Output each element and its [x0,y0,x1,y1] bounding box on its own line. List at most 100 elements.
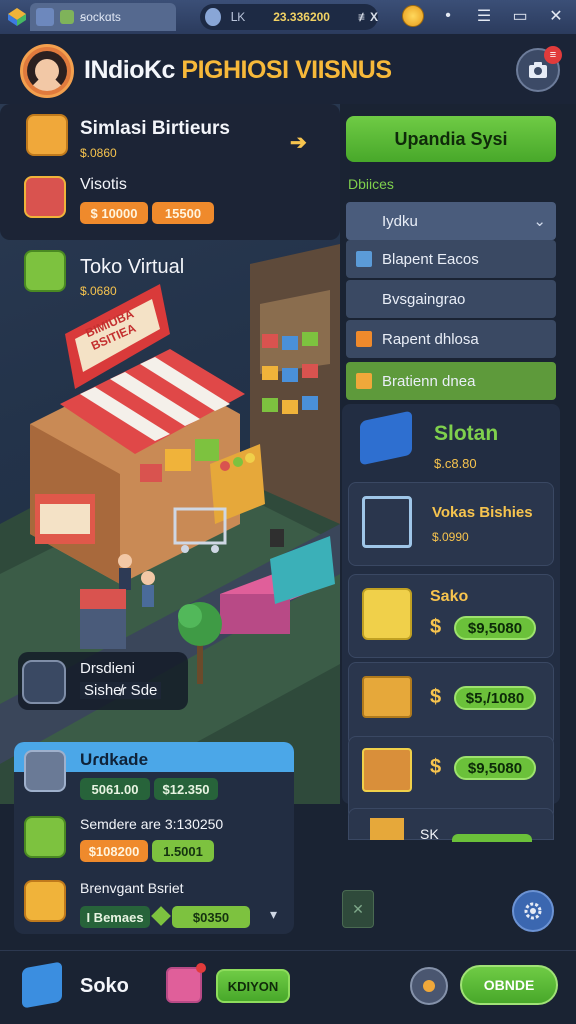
app-logo-icon [8,8,26,26]
shop-card-4-box-icon [362,748,412,792]
gear-icon [524,902,542,920]
row3-label: Brenvgant Bsriet [80,880,184,896]
tab-label: ꞩockɑts [80,10,121,24]
close-button[interactable]: ✕ [544,4,568,28]
sim-price: $.0860 [80,146,117,160]
tooltip-line2: Sishe̸ɾ Sde [80,682,162,699]
shop-card-4-price[interactable]: $9,5080 [454,756,536,780]
minimize-button[interactable]: ▭ [508,4,532,28]
store-title: Toko Virtual [80,256,185,278]
menu-item-4-icon [356,373,372,389]
arrow-right-icon[interactable]: ➔ [290,130,307,155]
shop-card-1-sub: $.0990 [432,530,469,544]
tab-screen-icon [36,8,54,26]
dot-icon[interactable]: • [436,4,460,28]
coin-icon[interactable] [402,5,424,27]
camera-settings-button[interactable]: ≡ [516,46,562,92]
menu-item-2[interactable]: Bvsgaingrao [346,280,556,318]
menu-item-1-label: Blapent Eacos [382,250,479,268]
row2-price-b[interactable]: 1.5001 [152,840,214,862]
row2-price-a[interactable]: $108200 [80,840,148,862]
row3-price-a[interactable]: I Bemaes [80,906,150,928]
menu-item-4[interactable]: Bratienn dnea [346,362,556,400]
shop-card-2-dollar-icon: $ [430,616,442,638]
cart-badge [196,963,206,973]
shop-card-5-box-icon [370,818,404,840]
counter-label: ᒪK [230,10,246,24]
featured-title: Slotan [434,422,499,445]
section-label: Dbiices [348,176,394,192]
shop-card-3-dollar-icon: $ [430,686,442,708]
upgrade-price-b[interactable]: $12.350 [154,778,218,800]
upgrade-primary-button[interactable]: Upandia Sysi [346,116,556,162]
tooltip-store-icon [22,660,66,704]
chevron-down-icon: ⌄ [533,213,546,230]
game-title: INdioKc PIGHIOSI VIISNUS [84,56,392,85]
window-titlebar: ꞩockɑts ᒪK 23.336200 ≢X • ☰ ▭ ✕ [0,0,576,34]
game-title-white: INdioKc [84,56,175,84]
shop-card-5-price-stub [452,834,532,842]
featured-price: $.c8.80 [434,456,477,471]
store-basket-icon [24,250,66,292]
shop-card-3-crate-icon [362,676,412,718]
toggle-grid-button[interactable]: ✕ [342,890,374,928]
shop-label[interactable]: Soko [80,975,129,998]
visits-label: Visotis [80,176,127,193]
notification-badge: ≡ [544,46,562,64]
shop-card-2-price[interactable]: $9,5080 [454,616,536,640]
menu-icon[interactable]: ☰ [472,4,496,28]
right-action-button[interactable]: OBNDE [460,965,558,1005]
dropdown[interactable]: Iydku ⌄ [346,202,556,240]
store-price: $.0680 [80,284,117,298]
visits-price-a[interactable]: $ 10000 [80,202,148,224]
robot-gear-button[interactable] [410,967,448,1005]
upgrade-title: Uɾdkade [80,750,149,769]
window-controls: • ☰ ▭ ✕ [402,4,568,28]
row3-collapse-icon[interactable]: ▾ [270,906,277,923]
action-button[interactable]: KDIYON [216,969,290,1003]
tab-app-icon [60,10,74,24]
window-tab[interactable]: ꞩockɑts [30,3,176,31]
row3-basket-icon [24,880,66,922]
menu-item-2-label: Bvsgaingrao [382,290,466,308]
menu-item-3-icon [356,331,372,347]
settings-gear-button[interactable] [512,890,554,932]
visits-cart-icon [24,176,66,218]
shop-card-3-price[interactable]: $5,/1080 [454,686,536,710]
row2-label: Semdere are 3:130250 [80,816,224,832]
shop-card-2-name: Sako [430,588,469,605]
store-scene[interactable]: Simlasi Birtieurs $.0860 ➔ Visotis $ 100… [0,104,340,804]
robot-icon [423,980,435,992]
game-title-gold: PIGHIOSI VIISNUS [181,56,392,84]
sim-title: Simlasi Birtieurs [80,118,230,139]
right-panel: Upandia Sysi Dbiices Iydku ⌄ Blapent Eac… [338,104,564,820]
shop-box-icon[interactable] [22,961,62,1009]
menu-item-3[interactable]: Rapent dhlosa [346,320,556,358]
shop-card-1-cart-icon [362,496,412,548]
shop-card-2-basket-icon [362,588,412,640]
counter-value: 23.336200 [273,10,330,24]
row2-produce-icon [24,816,66,858]
counter-close[interactable]: ≢X [358,10,378,24]
shop-card-1-name: Vokas Bishies [432,504,533,521]
shop-card-4-dollar-icon: $ [430,756,442,778]
cart-bag-icon[interactable] [166,967,202,1003]
dropdown-value: Iydku [382,212,418,230]
sim-box-icon [26,114,68,156]
menu-item-4-label: Bratienn dnea [382,372,476,390]
avatar-face-icon [27,51,67,91]
game-header: INdioKc PIGHIOSI VIISNUS ≡ [0,34,576,104]
menu-item-1-icon [356,251,372,267]
player-avatar[interactable] [20,44,74,98]
visits-price-b[interactable]: 15500 [152,202,214,224]
upgrade-price-a[interactable]: 5061.00 [80,778,150,800]
counter-pill[interactable]: ᒪK 23.336200 ≢X [200,4,378,30]
tooltip-line1: Drsdieni [80,660,136,677]
menu-item-1[interactable]: Blapent Eacos [346,240,556,278]
menu-item-3-label: Rapent dhlosa [382,330,479,348]
globe-icon [205,8,221,26]
bottom-bar: Soko KDIYON OBNDE [0,950,576,1024]
upgrade-cart-icon [24,750,66,792]
row3-price-b[interactable]: $0350 [172,906,250,928]
shop-card-5-name: SK [420,826,439,842]
